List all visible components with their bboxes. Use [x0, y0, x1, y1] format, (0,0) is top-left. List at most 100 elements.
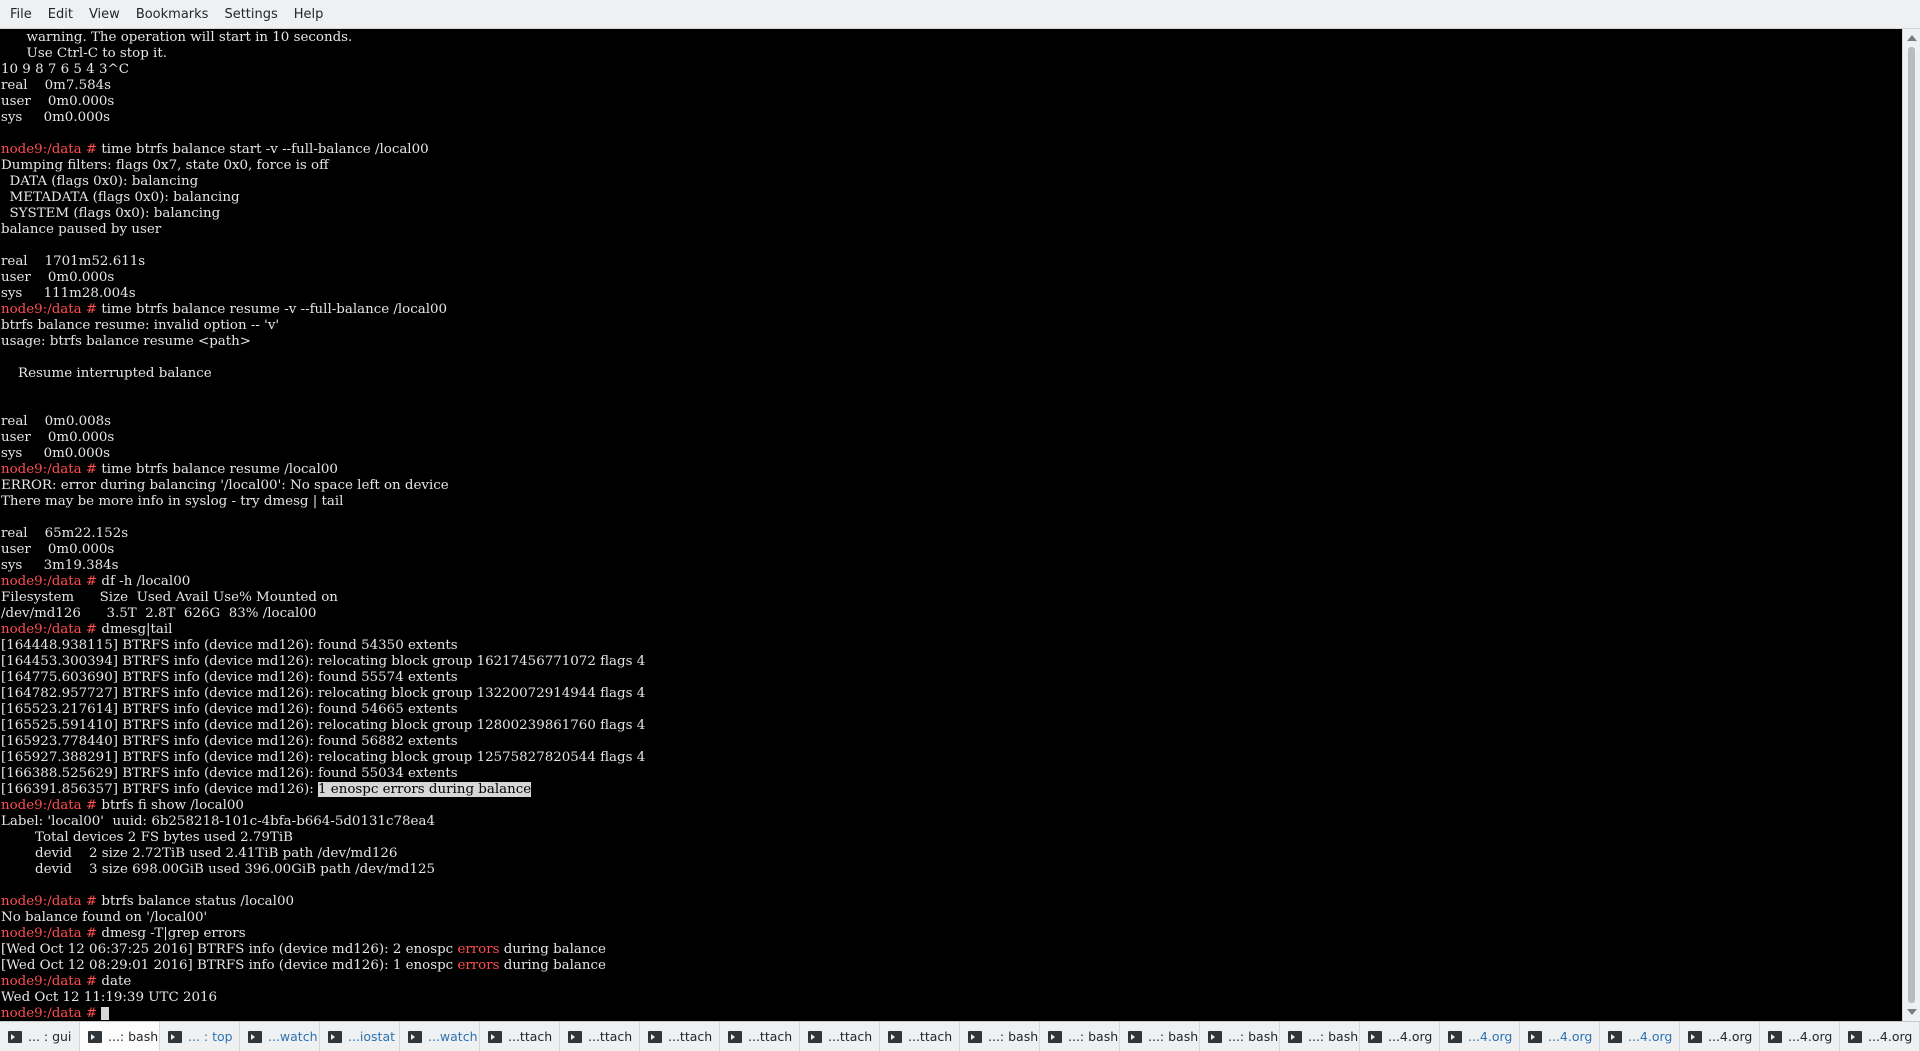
line-text: btrfs balance resume: invalid option -- … [1, 318, 280, 333]
terminal-line: [165523.217614] BTRFS info (device md126… [1, 702, 458, 718]
terminal-line: user 0m0.000s [1, 430, 114, 446]
session-tab[interactable]: ...4.org [1760, 1022, 1840, 1051]
text-cursor [101, 1007, 110, 1020]
session-tab[interactable]: ...: bash [80, 1022, 160, 1051]
line-text: [164448.938115] BTRFS info (device md126… [1, 638, 458, 653]
session-tab[interactable]: ...4.org [1600, 1022, 1680, 1051]
line-text: user 0m0.000s [1, 430, 115, 445]
session-tab[interactable]: ...watch [240, 1022, 320, 1051]
line-text: [166391.856357] BTRFS info (device md126… [1, 782, 319, 797]
scroll-up-icon[interactable] [1907, 35, 1917, 41]
session-tab[interactable]: ...: bash [960, 1022, 1040, 1051]
session-tab[interactable]: ...: bash [1280, 1022, 1360, 1051]
line-text: dmesg -T|grep errors [101, 926, 246, 941]
terminal-line: warning. The operation will start in 10 … [1, 30, 353, 46]
terminal-line: real 0m7.584s [1, 78, 111, 94]
terminal-icon [328, 1030, 342, 1043]
terminal-line: user 0m0.000s [1, 542, 114, 558]
session-tab[interactable]: ... : gui [0, 1022, 80, 1051]
session-tab-label: ...watch [268, 1029, 318, 1044]
terminal-line: node9:/data # btrfs balance status /loca… [1, 894, 294, 910]
menu-bar: File Edit View Bookmarks Settings Help [0, 0, 1920, 29]
session-tab[interactable]: ...4.org [1520, 1022, 1600, 1051]
session-tab[interactable]: ...: bash [1040, 1022, 1120, 1051]
menu-file[interactable]: File [2, 0, 40, 29]
menu-edit[interactable]: Edit [40, 0, 81, 29]
terminal-icon [1528, 1030, 1542, 1043]
session-tab[interactable]: ...4.org [1840, 1022, 1920, 1051]
terminal-icon [728, 1030, 742, 1043]
session-tab-label: ...ttach [908, 1029, 953, 1044]
line-text: Dumping filters: flags 0x7, state 0x0, f… [1, 158, 329, 173]
terminal-line: [164782.957727] BTRFS info (device md126… [1, 686, 645, 702]
line-text: [Wed Oct 12 08:29:01 2016] BTRFS info (d… [1, 958, 458, 973]
session-tab[interactable]: ...iostat [320, 1022, 400, 1051]
session-tab-label: ...: bash [1308, 1029, 1359, 1044]
menu-view[interactable]: View [81, 0, 128, 29]
line-text: sys 3m19.384s [1, 558, 119, 573]
terminal-line: node9:/data # df -h /local00 [1, 574, 190, 590]
terminal-icon [808, 1030, 822, 1043]
session-tab[interactable]: ...ttach [560, 1022, 640, 1051]
session-tab[interactable]: ...4.org [1440, 1022, 1520, 1051]
session-tab-label: ...4.org [1468, 1029, 1513, 1044]
line-text: during balance [499, 942, 606, 957]
line-text: Use Ctrl-C to stop it. [1, 46, 167, 61]
session-tab-label: ...iostat [348, 1029, 396, 1044]
terminal-line: node9:/data # time btrfs balance start -… [1, 142, 429, 158]
line-text: [Wed Oct 12 06:37:25 2016] BTRFS info (d… [1, 942, 458, 957]
session-tab-label: ...4.org [1548, 1029, 1593, 1044]
terminal-line: sys 0m0.000s [1, 446, 110, 462]
terminal-icon [1848, 1030, 1862, 1043]
line-text: user 0m0.000s [1, 542, 115, 557]
session-tab[interactable]: ...ttach [880, 1022, 960, 1051]
line-text: devid 3 size 698.00GiB used 396.00GiB pa… [1, 862, 435, 877]
terminal-line: node9:/data # btrfs fi show /local00 [1, 798, 244, 814]
line-text: real 0m0.008s [1, 414, 112, 429]
terminal-line: sys 3m19.384s [1, 558, 119, 574]
terminal-icon [888, 1030, 902, 1043]
terminal-icon [1128, 1030, 1142, 1043]
session-tab-label: ... : gui [28, 1029, 72, 1044]
terminal-line: Dumping filters: flags 0x7, state 0x0, f… [1, 158, 329, 174]
terminal-line: Filesystem Size Used Avail Use% Mounted … [1, 590, 338, 606]
line-text: [164453.300394] BTRFS info (device md126… [1, 654, 646, 669]
terminal-line: Total devices 2 FS bytes used 2.79TiB [1, 830, 293, 846]
session-tab-label: ...ttach [748, 1029, 793, 1044]
session-tab[interactable]: ...watch [400, 1022, 480, 1051]
terminal-line: [164453.300394] BTRFS info (device md126… [1, 654, 645, 670]
session-tab[interactable]: ...4.org [1360, 1022, 1440, 1051]
terminal-line: There may be more info in syslog - try d… [1, 494, 343, 510]
terminal-line: real 65m22.152s [1, 526, 128, 542]
line-text: real 65m22.152s [1, 526, 129, 541]
line-text: user 0m0.000s [1, 94, 115, 109]
session-tab-label: ... : top [188, 1029, 233, 1044]
terminal-line: usage: btrfs balance resume <path> [1, 334, 251, 350]
session-tab[interactable]: ...: bash [1200, 1022, 1280, 1051]
terminal-output[interactable]: warning. The operation will start in 10 … [0, 29, 1902, 1021]
session-tab[interactable]: ...4.org [1680, 1022, 1760, 1051]
session-tab[interactable]: ... : top [160, 1022, 240, 1051]
terminal-icon [488, 1030, 502, 1043]
terminal-line: sys 0m0.000s [1, 110, 110, 126]
session-tab[interactable]: ...: bash [1120, 1022, 1200, 1051]
line-text: real 0m7.584s [1, 78, 112, 93]
session-tab[interactable]: ...ttach [720, 1022, 800, 1051]
session-tab[interactable]: ...ttach [480, 1022, 560, 1051]
menu-bookmarks[interactable]: Bookmarks [128, 0, 217, 29]
session-tab-label: ...: bash [988, 1029, 1039, 1044]
terminal-line: ERROR: error during balancing '/local00'… [1, 478, 449, 494]
terminal-line: DATA (flags 0x0): balancing [1, 174, 199, 190]
scroll-down-icon[interactable] [1907, 1009, 1917, 1015]
terminal-scrollbar[interactable] [1902, 29, 1920, 1021]
line-text: Wed Oct 12 11:19:39 UTC 2016 [1, 990, 218, 1005]
scroll-thumb[interactable] [1908, 47, 1915, 1003]
session-tab[interactable]: ...ttach [640, 1022, 720, 1051]
terminal-line: Wed Oct 12 11:19:39 UTC 2016 [1, 990, 217, 1006]
menu-help[interactable]: Help [286, 0, 332, 29]
menu-settings[interactable]: Settings [216, 0, 285, 29]
terminal-line: [Wed Oct 12 08:29:01 2016] BTRFS info (d… [1, 958, 606, 974]
session-tab[interactable]: ...ttach [800, 1022, 880, 1051]
terminal-line: Use Ctrl-C to stop it. [1, 46, 167, 62]
line-text: [165923.778440] BTRFS info (device md126… [1, 734, 458, 749]
